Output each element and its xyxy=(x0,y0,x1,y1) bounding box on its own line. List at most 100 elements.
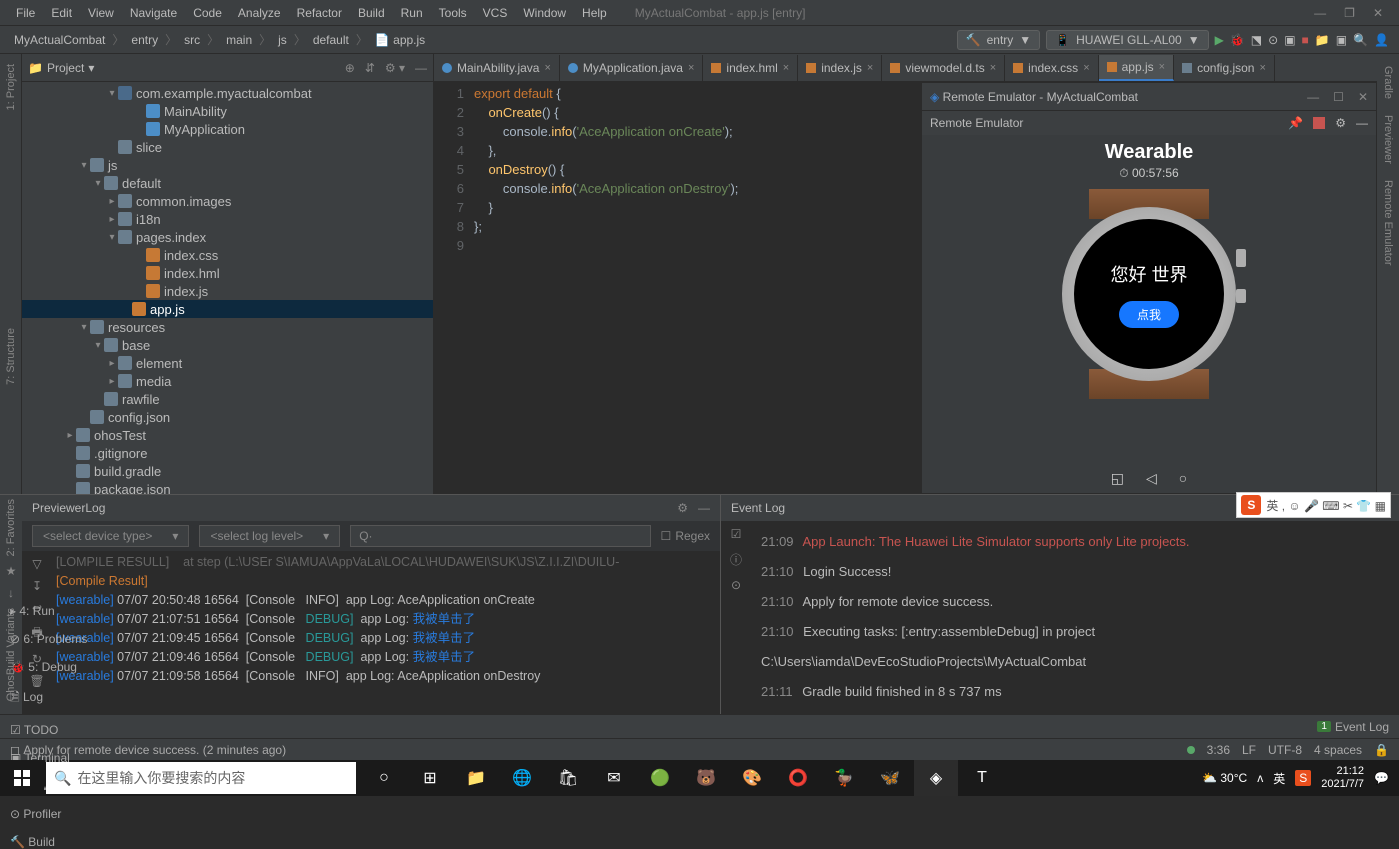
watch-click-button[interactable]: 点我 xyxy=(1119,301,1179,328)
indent[interactable]: 4 spaces xyxy=(1314,743,1362,757)
close-tab-icon[interactable]: × xyxy=(688,62,694,74)
status-square-icon[interactable]: ◻ xyxy=(10,743,20,757)
tree-row[interactable]: MainAbility xyxy=(22,102,433,120)
deveco-icon[interactable]: ◈ xyxy=(914,760,958,796)
gear-icon[interactable]: ⚙ xyxy=(1335,116,1346,130)
tree-row[interactable]: ▾base xyxy=(22,336,433,354)
menu-vcs[interactable]: VCS xyxy=(475,4,516,22)
ime-option[interactable]: ⌨ xyxy=(1322,499,1339,513)
search-icon[interactable]: 🔍 xyxy=(1353,33,1368,47)
app3-icon[interactable]: 🦋 xyxy=(868,760,912,796)
taskview-icon[interactable]: ⊞ xyxy=(408,760,452,796)
tree-row[interactable]: ▾com.example.myactualcombat xyxy=(22,84,433,102)
stop-emulator-button[interactable] xyxy=(1313,117,1325,129)
menu-window[interactable]: Window xyxy=(515,4,574,22)
close-tab-icon[interactable]: × xyxy=(990,62,996,74)
tree-row[interactable]: ▾pages.index xyxy=(22,228,433,246)
tree-row[interactable]: ▾resources xyxy=(22,318,433,336)
log-level-select[interactable]: <select log level> ▾ xyxy=(199,525,340,547)
minimize-icon[interactable]: — xyxy=(1307,90,1319,104)
menu-view[interactable]: View xyxy=(80,4,122,22)
filter-icon[interactable]: ☑ xyxy=(731,527,742,541)
log-output[interactable]: [LOMPILE RESULL] at step (L:\USEr S\IAMU… xyxy=(52,551,720,714)
ime-option[interactable]: , xyxy=(1282,499,1285,513)
info-icon[interactable]: ⓘ xyxy=(730,551,742,568)
editor-tab[interactable]: index.js× xyxy=(798,55,882,81)
debug-icon[interactable]: 🐞 xyxy=(1230,33,1245,47)
tree-row[interactable]: ▸i18n xyxy=(22,210,433,228)
tool-tab[interactable]: ⊙ Profiler xyxy=(10,807,97,821)
breadcrumb-item[interactable]: main xyxy=(222,31,256,49)
device-dropdown[interactable]: 📱 HUAWEI GLL-AL00 ▼ xyxy=(1046,30,1208,50)
tree-row[interactable]: config.json xyxy=(22,408,433,426)
tool-tab[interactable]: 🗎 Log xyxy=(10,688,97,709)
project-tree[interactable]: ▾com.example.myactualcombatMainAbilityMy… xyxy=(22,82,433,494)
event-log-tab[interactable]: 1 Event Log xyxy=(1317,720,1389,734)
close-tab-icon[interactable]: × xyxy=(544,62,550,74)
encoding[interactable]: UTF-8 xyxy=(1268,743,1302,757)
locate-icon[interactable]: ⊕ xyxy=(345,61,355,75)
tree-row[interactable]: ▾js xyxy=(22,156,433,174)
pin-icon[interactable]: 📌 xyxy=(1288,116,1303,130)
cortana-icon[interactable]: ○ xyxy=(362,760,406,796)
ime-option[interactable]: ☺ xyxy=(1288,499,1300,513)
mail-icon[interactable]: ✉ xyxy=(592,760,636,796)
project-view-dropdown[interactable]: 📁 Project ▾ xyxy=(28,61,94,75)
typora-icon[interactable]: T xyxy=(960,760,1004,796)
gear-icon[interactable]: ⚙ xyxy=(677,501,688,515)
menu-build[interactable]: Build xyxy=(350,4,393,22)
chrome-icon[interactable]: ⭕ xyxy=(776,760,820,796)
maximize-icon[interactable]: ❐ xyxy=(1344,6,1355,20)
close-tab-icon[interactable]: × xyxy=(867,62,873,74)
menu-refactor[interactable]: Refactor xyxy=(289,4,350,22)
layout-icon[interactable]: ▣ xyxy=(1336,33,1347,47)
close-tab-icon[interactable]: × xyxy=(783,62,789,74)
favorites-tab[interactable]: 2: Favorites xyxy=(5,499,17,556)
profile-icon[interactable]: ⊙ xyxy=(1268,33,1278,47)
tree-row[interactable]: index.js xyxy=(22,282,433,300)
editor-tab[interactable]: MainAbility.java× xyxy=(434,55,560,81)
store-icon[interactable]: 🛍 xyxy=(546,760,590,796)
tree-row[interactable]: ▾default xyxy=(22,174,433,192)
menu-code[interactable]: Code xyxy=(185,4,230,22)
tree-row[interactable]: slice xyxy=(22,138,433,156)
close-icon[interactable]: ✕ xyxy=(1373,6,1383,20)
folder-icon[interactable]: 📁 xyxy=(1315,33,1330,47)
menu-file[interactable]: File xyxy=(8,4,43,22)
tool-tab[interactable]: ⊘ 6: Problems xyxy=(10,632,97,646)
editor-tab[interactable]: config.json× xyxy=(1174,55,1275,81)
tree-row[interactable]: ▸common.images xyxy=(22,192,433,210)
ime-option[interactable]: ✂ xyxy=(1343,499,1353,513)
breadcrumb-item[interactable]: src xyxy=(180,31,204,49)
close-tab-icon[interactable]: × xyxy=(1083,62,1089,74)
ime-option[interactable]: 👕 xyxy=(1356,499,1371,513)
menu-navigate[interactable]: Navigate xyxy=(122,4,185,22)
close-tab-icon[interactable]: × xyxy=(1159,61,1165,73)
previewer-tab[interactable]: Previewer xyxy=(1380,109,1396,170)
wearable-device[interactable]: 您好 世界 点我 xyxy=(1044,189,1254,399)
ime-option[interactable]: 🎤 xyxy=(1304,499,1319,513)
line-ending[interactable]: LF xyxy=(1242,743,1256,757)
editor-tab[interactable]: viewmodel.d.ts× xyxy=(882,55,1005,81)
editor-tab[interactable]: index.css× xyxy=(1005,55,1098,81)
paint-icon[interactable]: 🎨 xyxy=(730,760,774,796)
hide-icon[interactable]: — xyxy=(415,61,427,75)
settings-icon[interactable]: ⊙ xyxy=(731,578,741,592)
tree-row[interactable]: index.css xyxy=(22,246,433,264)
regex-checkbox[interactable]: ☐ Regex xyxy=(661,529,710,543)
tree-row[interactable]: app.js xyxy=(22,300,433,318)
breadcrumb-item[interactable]: js xyxy=(274,31,291,49)
scroll-icon[interactable]: ↧ xyxy=(32,579,42,593)
menu-help[interactable]: Help xyxy=(574,4,615,22)
breadcrumb-item[interactable]: default xyxy=(309,31,353,49)
hide-icon[interactable]: — xyxy=(698,501,710,515)
tree-row[interactable]: package.json xyxy=(22,480,433,494)
nav-back-icon[interactable]: ◁ xyxy=(1146,470,1157,487)
maximize-icon[interactable]: ☐ xyxy=(1333,90,1344,104)
edge-icon[interactable]: 🌐 xyxy=(500,760,544,796)
tree-row[interactable]: build.gradle xyxy=(22,462,433,480)
breadcrumb-item[interactable]: MyActualCombat xyxy=(10,31,109,49)
stop-icon[interactable]: ■ xyxy=(1302,33,1309,47)
editor-tab[interactable]: app.js× xyxy=(1099,55,1174,81)
weather-widget[interactable]: ⛅ 30°C xyxy=(1202,771,1247,785)
